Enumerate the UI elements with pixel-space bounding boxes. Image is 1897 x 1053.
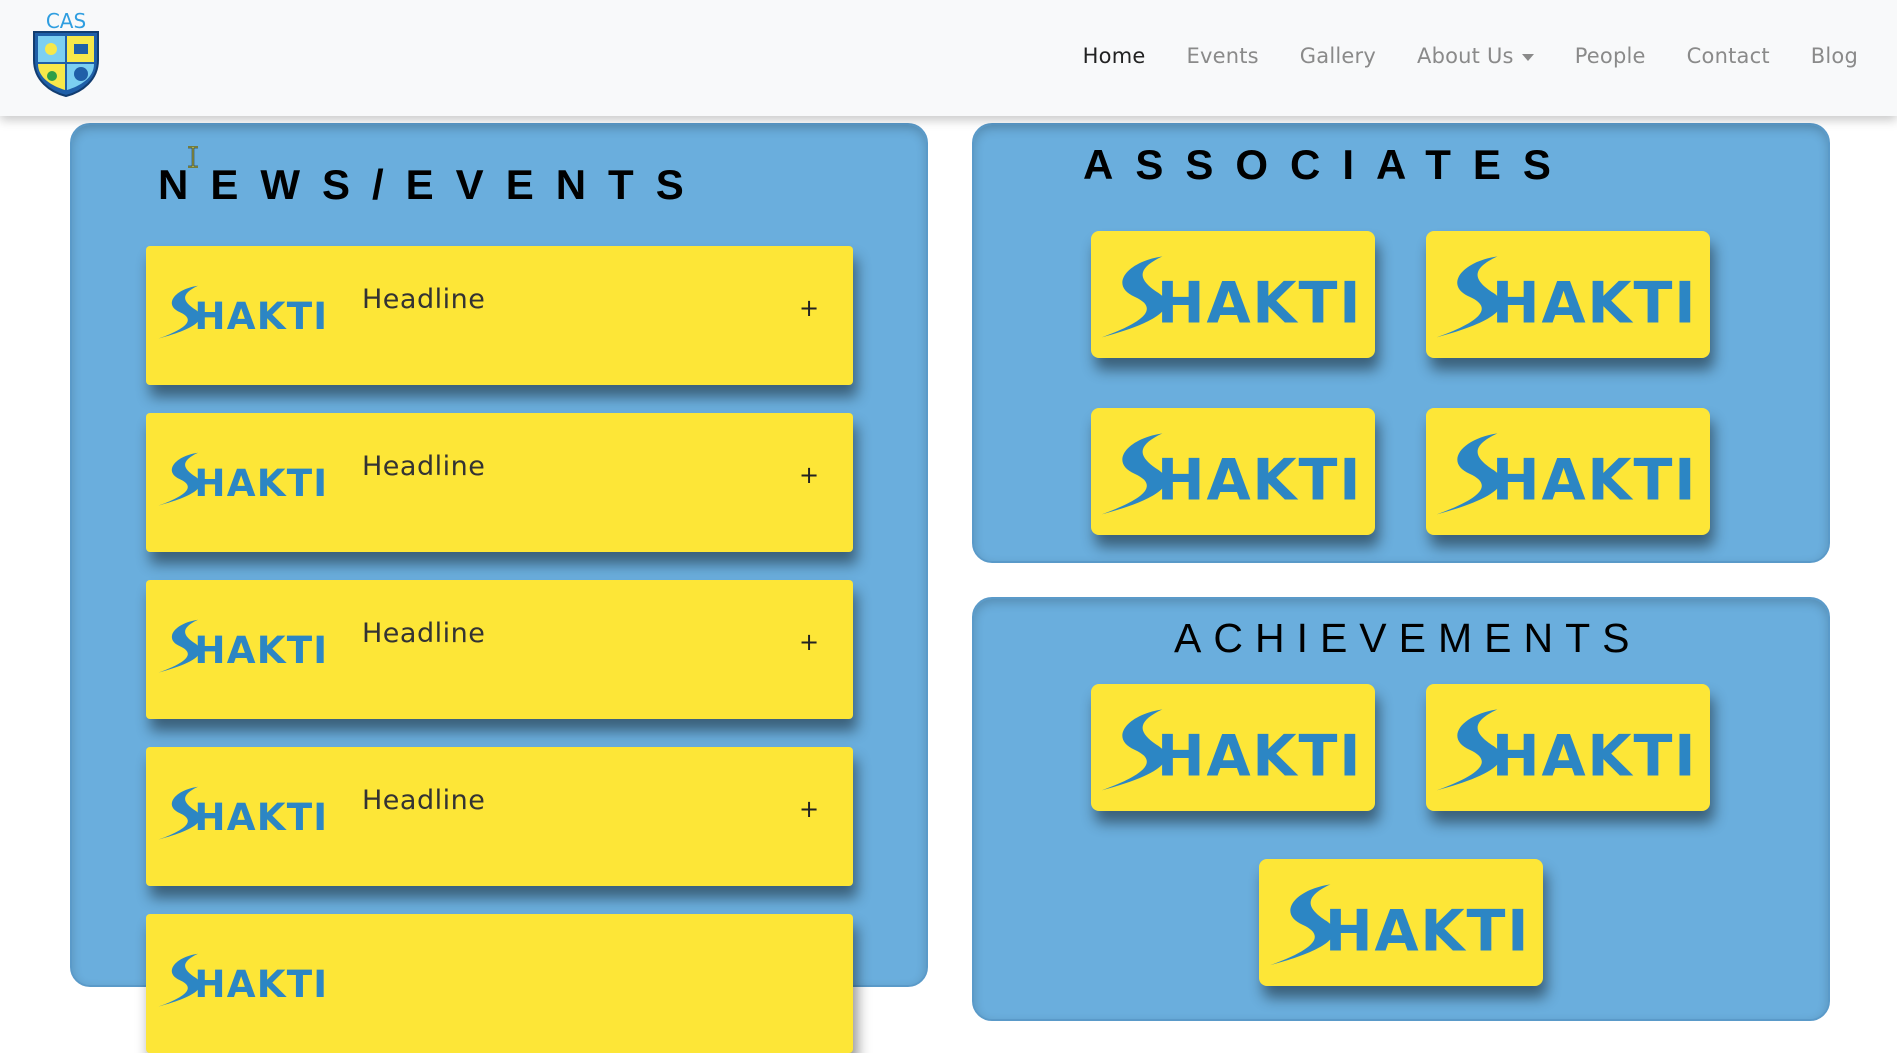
expand-plus-icon[interactable]: + [799,795,819,823]
crest-logo-icon[interactable]: CAS [28,9,104,98]
shakti-logo-icon [1095,702,1375,794]
associates-panel: ASSOCIATES [972,123,1830,563]
top-navbar: CAS Home Events Gallery About Us People … [0,0,1897,116]
shakti-logo-icon [156,948,336,1010]
achievements-panel: ACHIEVEMENTS [972,597,1830,1021]
news-headline: Headline [362,284,486,315]
news-card[interactable]: Headline + [146,413,853,552]
news-card[interactable]: Headline + [146,747,853,886]
nav-people[interactable]: People [1575,44,1646,68]
shakti-logo-icon [1430,702,1710,794]
associate-logo-tile[interactable] [1091,408,1375,535]
nav-blog[interactable]: Blog [1811,44,1858,68]
shakti-logo-icon [156,781,336,843]
news-events-panel: NEWS/EVENTS Headline + Headline + Headli… [70,123,928,1053]
nav-contact[interactable]: Contact [1687,44,1770,68]
text-cursor-icon [188,146,198,168]
shakti-logo-icon [1095,249,1375,341]
shakti-logo-icon [156,614,336,676]
associate-logo-tile[interactable] [1426,408,1710,535]
expand-plus-icon[interactable]: + [799,294,819,322]
associates-title: ASSOCIATES [1083,141,1573,188]
nav-home[interactable]: Home [1083,44,1146,68]
news-headline: Headline [362,785,486,816]
achievement-logo-tile[interactable] [1426,684,1710,811]
associate-logo-tile[interactable] [1426,231,1710,358]
nav-links: Home Events Gallery About Us People Cont… [1042,0,1858,112]
news-card[interactable]: Headline + [146,580,853,719]
expand-plus-icon[interactable]: + [799,461,819,489]
nav-about-us-dropdown[interactable]: About Us [1417,44,1534,68]
nav-gallery[interactable]: Gallery [1300,44,1376,68]
nav-about-us-label: About Us [1417,44,1514,68]
expand-plus-icon[interactable]: + [799,628,819,656]
achievement-logo-tile[interactable] [1091,684,1375,811]
shakti-logo-icon [1095,426,1375,518]
shakti-logo-icon [1430,426,1710,518]
chevron-down-icon [1521,53,1534,61]
achievement-logo-tile[interactable] [1259,859,1543,986]
news-card[interactable]: Headline + [146,246,853,385]
news-headline: Headline [362,451,486,482]
shakti-logo-icon [1263,877,1543,969]
news-headline: Headline [362,618,486,649]
logo-text: CAS [46,10,86,33]
associate-logo-tile[interactable] [1091,231,1375,358]
shakti-logo-icon [156,447,336,509]
news-card[interactable] [146,914,853,1053]
nav-events[interactable]: Events [1186,44,1258,68]
achievements-title: ACHIEVEMENTS [1174,615,1642,661]
shakti-logo-icon [156,280,336,342]
news-events-title: NEWS/EVENTS [158,161,706,208]
shakti-logo-icon [1430,249,1710,341]
